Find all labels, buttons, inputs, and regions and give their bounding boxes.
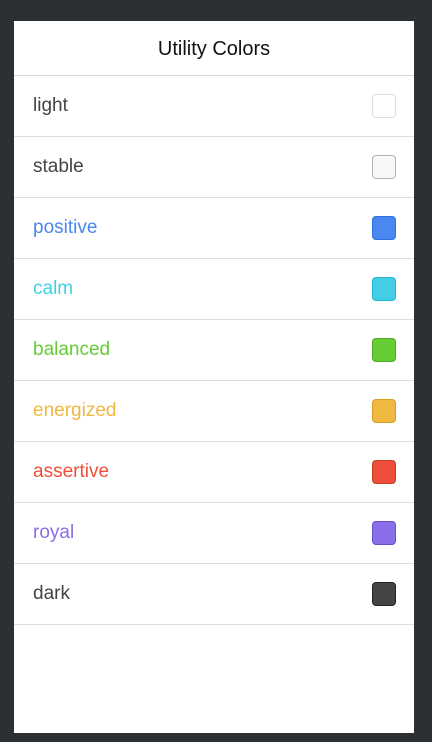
list-item-calm[interactable]: calm: [14, 259, 414, 320]
color-swatch: [372, 216, 396, 240]
color-label: assertive: [33, 461, 110, 482]
color-label: balanced: [33, 339, 111, 360]
color-swatch: [372, 277, 396, 301]
color-label: calm: [33, 278, 74, 299]
color-swatch: [372, 460, 396, 484]
list-item-light[interactable]: light: [14, 76, 414, 137]
list-item-assertive[interactable]: assertive: [14, 442, 414, 503]
color-swatch: [372, 94, 396, 118]
list-item-balanced[interactable]: balanced: [14, 320, 414, 381]
color-label: positive: [33, 217, 98, 238]
color-label: royal: [33, 522, 75, 543]
list-item-energized[interactable]: energized: [14, 381, 414, 442]
list-item-stable[interactable]: stable: [14, 137, 414, 198]
list-item-dark[interactable]: dark: [14, 564, 414, 625]
color-list: light stable positive calm balanced ener…: [14, 76, 414, 625]
color-swatch: [372, 582, 396, 606]
color-swatch: [372, 399, 396, 423]
header-bar: Utility Colors: [14, 21, 414, 76]
app-screen: Utility Colors light stable positive cal…: [14, 21, 414, 733]
color-swatch: [372, 521, 396, 545]
color-label: stable: [33, 156, 84, 177]
color-swatch: [372, 338, 396, 362]
list-item-royal[interactable]: royal: [14, 503, 414, 564]
color-label: energized: [33, 400, 117, 421]
color-label: dark: [33, 583, 70, 604]
color-label: light: [33, 95, 68, 116]
list-item-positive[interactable]: positive: [14, 198, 414, 259]
color-swatch: [372, 155, 396, 179]
page-title: Utility Colors: [157, 37, 271, 60]
